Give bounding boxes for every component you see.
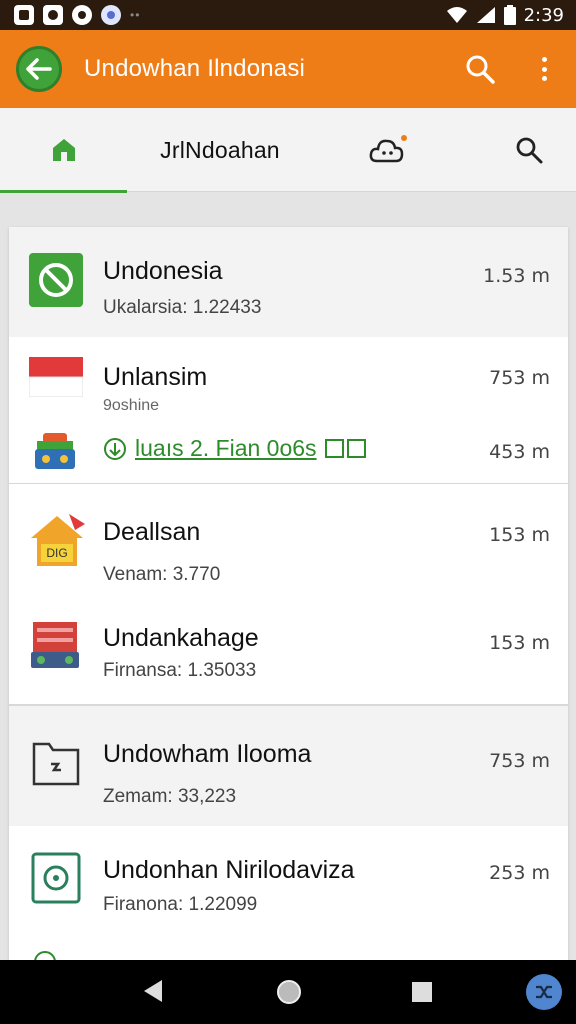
house-sale-icon: DIG bbox=[31, 514, 85, 566]
search-icon bbox=[516, 137, 543, 164]
tab-cloud[interactable] bbox=[360, 108, 416, 192]
item-size: 153 m bbox=[489, 524, 550, 546]
item-title: Deallsan bbox=[103, 518, 201, 546]
status-bar: •• 2:39 bbox=[0, 0, 576, 30]
app-package-icon bbox=[31, 852, 81, 904]
download-list: Undonesia Ukalarsia: 1.22433 1.53 m Unla… bbox=[9, 227, 568, 967]
blocked-icon bbox=[29, 253, 83, 307]
assistant-button[interactable] bbox=[526, 974, 562, 1010]
list-item[interactable]: Undankahage Firnansa: 1.35033 153 m bbox=[9, 594, 568, 704]
app-notification-icon bbox=[72, 5, 92, 25]
cloud-icon bbox=[369, 135, 407, 163]
indonesia-flag-icon bbox=[29, 357, 83, 397]
storage-drive-icon bbox=[31, 622, 79, 668]
search-button[interactable] bbox=[464, 53, 496, 85]
shuffle-icon bbox=[536, 985, 552, 999]
tab-main[interactable]: JrlNdoahan bbox=[140, 108, 300, 192]
app-bar: Undowhan Ilndonasi bbox=[0, 30, 576, 108]
list-item[interactable]: Unlansim 9oshine 753 m luaıs 2. Fian 0o6… bbox=[9, 337, 568, 483]
dot-icon bbox=[541, 57, 547, 62]
list-item[interactable]: Undonhan Nirilodaviza Firanona: 1.22099 … bbox=[9, 826, 568, 946]
arrow-left-icon bbox=[26, 58, 52, 80]
folder-download-icon bbox=[32, 742, 80, 786]
item-title: Undankahage bbox=[103, 624, 259, 652]
tab-active-indicator bbox=[0, 190, 127, 193]
item-size: 453 m bbox=[489, 441, 550, 463]
app-title: Undowhan Ilndonasi bbox=[84, 55, 306, 82]
chat-notification-icon bbox=[101, 5, 121, 25]
item-subtitle: Firanona: 1.22099 bbox=[103, 894, 258, 915]
svg-text:DIG: DIG bbox=[46, 546, 67, 560]
more-notifications-icon: •• bbox=[130, 8, 141, 22]
list-item[interactable]: Undonesia Ukalarsia: 1.22433 1.53 m bbox=[9, 227, 568, 337]
battery-icon bbox=[503, 5, 516, 25]
tab-home[interactable] bbox=[0, 108, 127, 193]
item-title: Unlansim bbox=[103, 363, 208, 391]
tab-search[interactable] bbox=[504, 108, 554, 192]
toolbox-icon bbox=[35, 433, 75, 469]
open-external-icon bbox=[324, 439, 366, 458]
item-link[interactable]: luaıs 2. Fian 0o6s bbox=[103, 435, 366, 462]
dot-icon bbox=[541, 66, 547, 72]
item-link-text: luaıs 2. Fian 0o6s bbox=[135, 435, 317, 461]
list-item[interactable]: Undowham Ilooma Zemam: 33,223 753 m bbox=[9, 706, 568, 826]
home-icon bbox=[52, 139, 75, 161]
wifi-icon bbox=[446, 7, 467, 23]
nav-recents-button[interactable] bbox=[412, 982, 432, 1002]
item-subtitle: Firnansa: 1.35033 bbox=[103, 660, 257, 681]
item-subtitle: Zemam: 33,223 bbox=[103, 786, 237, 807]
message-notification-icon bbox=[43, 5, 63, 25]
signal-icon bbox=[476, 7, 495, 23]
navigation-bar bbox=[0, 960, 576, 1024]
item-subtitle: Ukalarsia: 1.22433 bbox=[103, 297, 262, 318]
item-subtitle: 9oshine bbox=[103, 397, 160, 414]
item-size: 753 m bbox=[489, 367, 550, 389]
overflow-menu-button[interactable] bbox=[532, 54, 556, 84]
tab-bar: JrlNdoahan bbox=[0, 108, 576, 193]
tab-label: JrlNdoahan bbox=[160, 136, 280, 163]
item-size: 253 m bbox=[489, 862, 550, 884]
search-icon bbox=[466, 55, 495, 84]
item-title: Undonesia bbox=[103, 257, 223, 285]
download-icon bbox=[104, 437, 126, 460]
list-item[interactable]: DIG Deallsan Venam: 3.770 153 m bbox=[9, 484, 568, 594]
back-button[interactable] bbox=[16, 46, 62, 92]
dot-icon bbox=[541, 76, 547, 81]
item-size: 153 m bbox=[489, 632, 550, 654]
nav-home-button[interactable] bbox=[276, 979, 302, 1005]
item-title: Undowham Ilooma bbox=[103, 740, 312, 768]
status-time: 2:39 bbox=[523, 4, 564, 26]
nav-back-button[interactable] bbox=[142, 978, 164, 1004]
gallery-notification-icon bbox=[14, 5, 34, 25]
item-size: 1.53 m bbox=[483, 265, 550, 287]
item-subtitle: Venam: 3.770 bbox=[103, 564, 221, 585]
item-title: Undonhan Nirilodaviza bbox=[103, 856, 355, 884]
item-size: 753 m bbox=[489, 750, 550, 772]
